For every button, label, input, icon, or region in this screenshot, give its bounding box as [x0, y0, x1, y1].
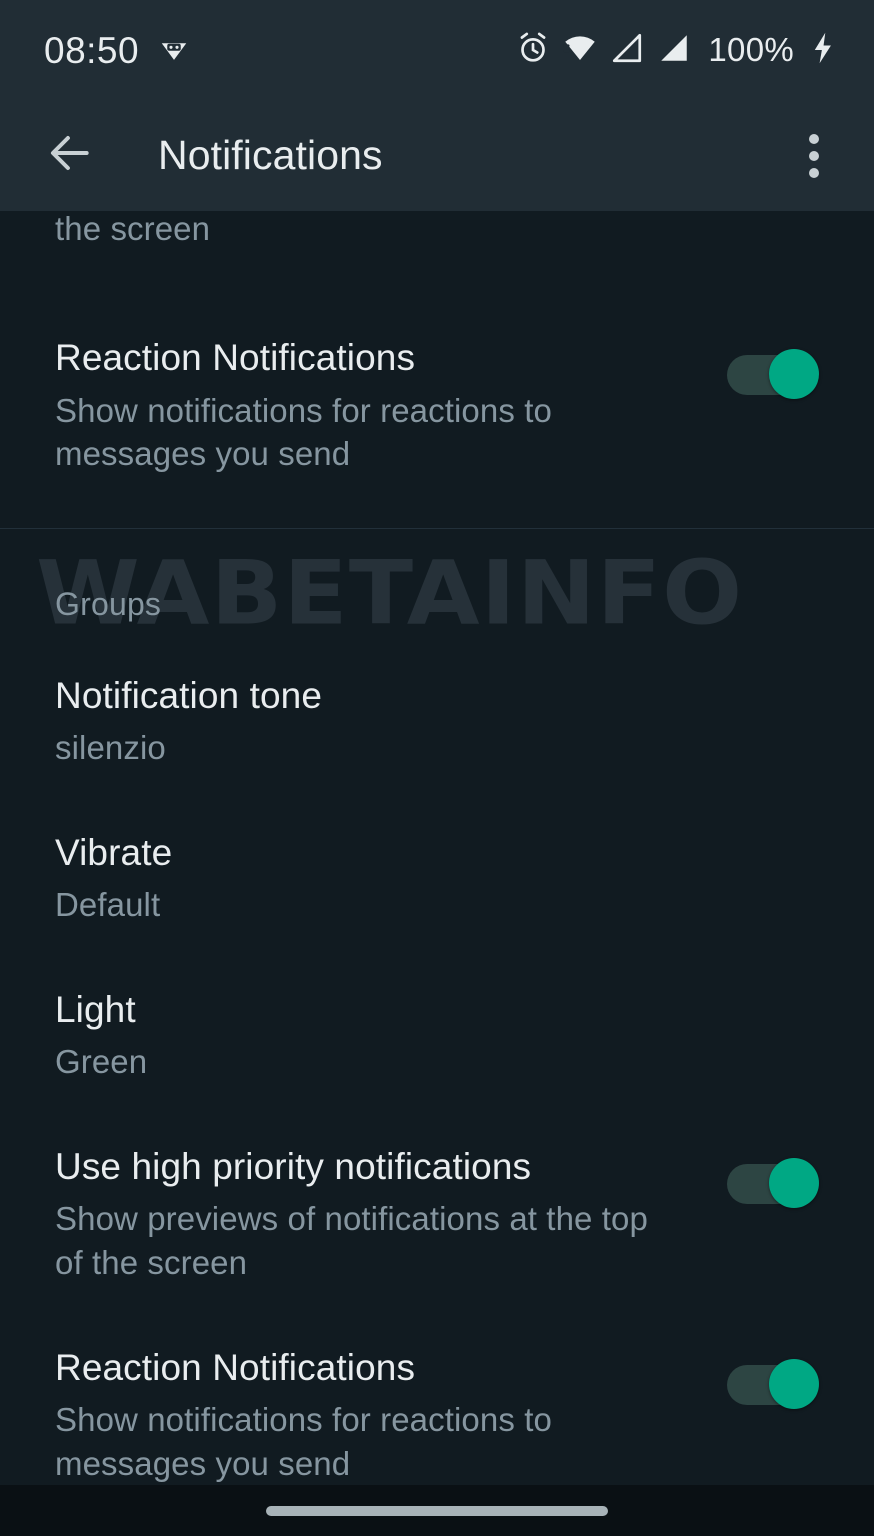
row-title: Use high priority notifications: [55, 1146, 701, 1189]
toggle-thumb: [769, 1158, 819, 1208]
signal-sim2-icon: [657, 31, 691, 70]
row-text: Notification tone silenzio: [55, 675, 819, 770]
row-text: the screen: [55, 211, 819, 251]
row-subtitle: Green: [55, 1040, 695, 1084]
section-divider: [0, 528, 874, 529]
row-title: Notification tone: [55, 675, 819, 718]
app-notification-icon: [159, 33, 189, 68]
toggle-reaction-notifications-messages[interactable]: [727, 349, 819, 399]
overflow-menu-button[interactable]: [784, 126, 844, 186]
status-bar-right: 100%: [516, 31, 838, 70]
row-text: Reaction Notifications Show notification…: [55, 337, 701, 476]
row-reaction-notifications-groups[interactable]: Reaction Notifications Show notification…: [0, 1347, 874, 1485]
gesture-home-pill[interactable]: [266, 1506, 608, 1516]
toggle-thumb: [769, 1359, 819, 1409]
signal-sim1-icon: [610, 31, 644, 70]
toggle-reaction-notifications-groups[interactable]: [727, 1359, 819, 1409]
row-reaction-notifications-messages[interactable]: Reaction Notifications Show notification…: [0, 337, 874, 476]
battery-percentage: 100%: [708, 31, 794, 69]
overflow-dot-2: [809, 151, 819, 161]
row-text: Reaction Notifications Show notification…: [55, 1347, 701, 1485]
row-use-high-priority-notifications-partial[interactable]: the screen: [0, 211, 874, 273]
overflow-dot-3: [809, 168, 819, 178]
back-arrow-icon: [45, 128, 95, 183]
row-title: Light: [55, 989, 819, 1032]
row-subtitle: Show previews of notifications at the to…: [55, 1197, 675, 1284]
settings-list: the screen Reaction Notifications Show n…: [0, 211, 874, 1485]
status-bar: 08:50: [0, 0, 874, 100]
row-subtitle: Show notifications for reactions to mess…: [55, 389, 675, 476]
wifi-icon: [563, 31, 597, 70]
row-vibrate[interactable]: Vibrate Default: [0, 832, 874, 927]
row-text: Light Green: [55, 989, 819, 1084]
alarm-icon: [516, 31, 550, 70]
toggle-use-high-priority-notifications[interactable]: [727, 1158, 819, 1208]
system-navigation-bar: [0, 1485, 874, 1536]
back-button[interactable]: [42, 128, 98, 184]
row-subtitle: the screen: [55, 211, 695, 251]
app-bar: Notifications: [0, 100, 874, 211]
row-light[interactable]: Light Green: [0, 989, 874, 1084]
overflow-dot-1: [809, 134, 819, 144]
row-title: Reaction Notifications: [55, 1347, 701, 1390]
phone-screen: 08:50: [0, 0, 874, 1536]
row-subtitle: Default: [55, 883, 695, 927]
page-title: Notifications: [158, 132, 383, 179]
row-subtitle: Show notifications for reactions to mess…: [55, 1398, 675, 1485]
row-notification-tone[interactable]: Notification tone silenzio: [0, 675, 874, 770]
section-header-groups: Groups: [0, 586, 874, 623]
row-use-high-priority-notifications[interactable]: Use high priority notifications Show pre…: [0, 1146, 874, 1285]
row-text: Use high priority notifications Show pre…: [55, 1146, 701, 1285]
toggle-thumb: [769, 349, 819, 399]
row-title: Reaction Notifications: [55, 337, 701, 380]
row-subtitle: silenzio: [55, 726, 695, 770]
settings-scroll-area[interactable]: WABETAINFO WABETAINFO the screen Reactio…: [0, 211, 874, 1485]
charging-bolt-icon: [808, 31, 838, 70]
row-text: Vibrate Default: [55, 832, 819, 927]
row-title: Vibrate: [55, 832, 819, 875]
status-bar-left: 08:50: [44, 32, 189, 69]
status-bar-clock: 08:50: [44, 32, 139, 69]
